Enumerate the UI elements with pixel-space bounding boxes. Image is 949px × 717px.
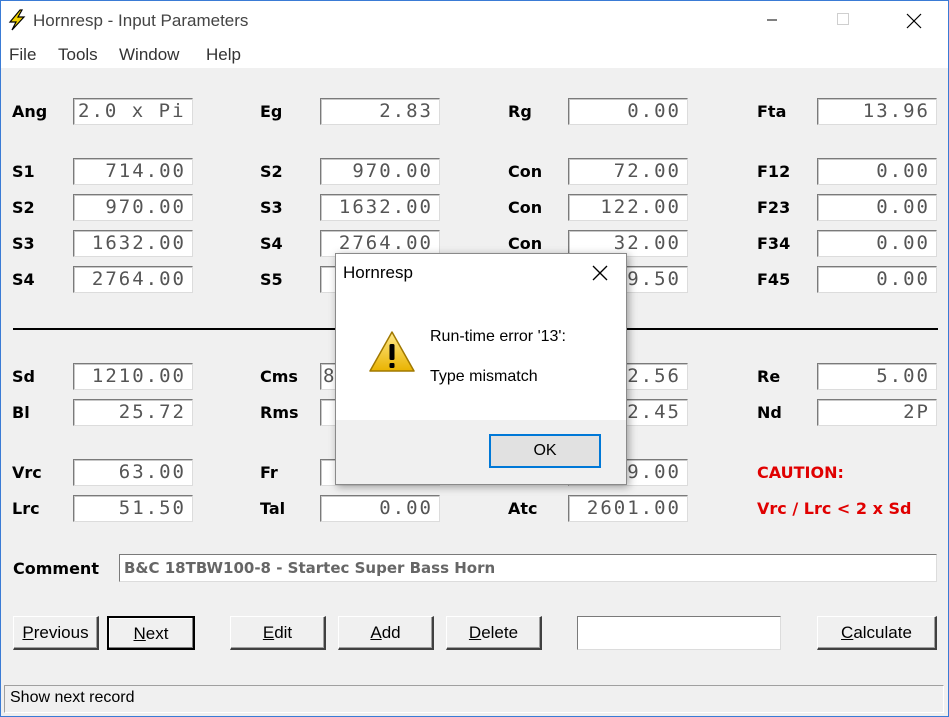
label-rg: Rg	[508, 102, 532, 121]
label-f23: F23	[757, 198, 791, 217]
caution-title: CAUTION:	[757, 463, 844, 482]
label-s1: S1	[12, 162, 35, 181]
field-nd[interactable]: 2P	[817, 399, 937, 426]
label-re: Re	[757, 367, 781, 386]
field-s4[interactable]: 2764.00	[73, 266, 193, 293]
label-fr: Fr	[260, 463, 278, 482]
label-f45: F45	[757, 270, 791, 289]
field-eg[interactable]: 2.83	[320, 98, 440, 125]
field-vrc[interactable]: 63.00	[73, 459, 193, 486]
label-eg: Eg	[260, 102, 283, 121]
label-f12: F12	[757, 162, 791, 181]
label-s4: S4	[12, 270, 35, 289]
field-lrc[interactable]: 51.50	[73, 495, 193, 522]
previous-button[interactable]: Previous	[13, 616, 99, 650]
status-text: Show next record	[10, 689, 135, 706]
label-tal: Tal	[260, 499, 286, 518]
comment-field[interactable]: B&C 18TBW100-8 - Startec Super Bass Horn	[119, 554, 937, 582]
label-s2: S2	[260, 162, 283, 181]
add-button[interactable]: Add	[338, 616, 434, 650]
field-s2[interactable]: 970.00	[73, 194, 193, 221]
field-s3-top[interactable]: 1632.00	[320, 194, 440, 221]
menu-tools[interactable]: Tools	[58, 45, 98, 65]
label-con: Con	[508, 198, 543, 217]
dialog-close-icon[interactable]	[582, 258, 618, 288]
label-s3: S3	[12, 234, 35, 253]
field-re[interactable]: 5.00	[817, 363, 937, 390]
label-rms: Rms	[260, 403, 299, 422]
field-con1[interactable]: 72.00	[568, 158, 688, 185]
close-icon[interactable]	[891, 1, 937, 41]
label-comment: Comment	[13, 559, 99, 578]
field-f23[interactable]: 0.00	[817, 194, 937, 221]
menu-file[interactable]: File	[9, 45, 36, 65]
label-s3: S3	[260, 198, 283, 217]
field-s1[interactable]: 714.00	[73, 158, 193, 185]
error-dialog: Hornresp Run-time error '13': Type misma…	[335, 253, 627, 485]
field-tal[interactable]: 0.00	[320, 495, 440, 522]
ok-button[interactable]: OK	[489, 434, 601, 468]
next-button[interactable]: Next	[107, 616, 195, 650]
record-info-box	[577, 616, 781, 650]
warning-icon	[369, 331, 415, 372]
label-nd: Nd	[757, 403, 782, 422]
label-sd: Sd	[12, 367, 35, 386]
field-rg[interactable]: 0.00	[568, 98, 688, 125]
field-con2[interactable]: 122.00	[568, 194, 688, 221]
field-s2-top[interactable]: 970.00	[320, 158, 440, 185]
dialog-message-line1: Run-time error '13':	[430, 328, 566, 345]
field-ang[interactable]: 2.0 x Pi	[73, 98, 193, 125]
dialog-footer: OK	[336, 420, 626, 484]
edit-button[interactable]: Edit	[230, 616, 326, 650]
field-fta[interactable]: 13.96	[817, 98, 937, 125]
title-bar[interactable]: Hornresp - Input Parameters	[1, 1, 948, 41]
maximize-icon[interactable]	[821, 1, 867, 41]
label-atc: Atc	[508, 499, 538, 518]
field-f12[interactable]: 0.00	[817, 158, 937, 185]
window-title: Hornresp - Input Parameters	[33, 11, 249, 30]
label-con: Con	[508, 234, 543, 253]
menu-help[interactable]: Help	[206, 45, 241, 65]
label-lrc: Lrc	[12, 499, 40, 518]
main-window: Hornresp - Input Parameters File Tools W…	[0, 0, 949, 717]
label-f34: F34	[757, 234, 791, 253]
delete-button[interactable]: Delete	[446, 616, 542, 650]
label-s4: S4	[260, 234, 283, 253]
field-s3[interactable]: 1632.00	[73, 230, 193, 257]
menu-window[interactable]: Window	[119, 45, 179, 65]
minimize-icon[interactable]	[749, 1, 795, 41]
label-vrc: Vrc	[12, 463, 42, 482]
field-f34[interactable]: 0.00	[817, 230, 937, 257]
caution-text: Vrc / Lrc < 2 x Sd	[757, 499, 912, 518]
field-sd[interactable]: 1210.00	[73, 363, 193, 390]
field-f45[interactable]: 0.00	[817, 266, 937, 293]
dialog-title: Hornresp	[343, 263, 413, 282]
label-s5: S5	[260, 270, 283, 289]
calculate-button[interactable]: Calculate	[817, 616, 937, 650]
field-bl[interactable]: 25.72	[73, 399, 193, 426]
status-bar: Show next record	[4, 685, 944, 713]
label-bl: Bl	[12, 403, 30, 422]
lightning-icon	[8, 9, 26, 31]
field-atc[interactable]: 2601.00	[568, 495, 688, 522]
dialog-message-line2: Type mismatch	[430, 368, 538, 385]
label-fta: Fta	[757, 102, 787, 121]
menu-bar: File Tools Window Help	[1, 41, 948, 68]
label-s2: S2	[12, 198, 35, 217]
label-cms: Cms	[260, 367, 298, 386]
label-ang: Ang	[12, 102, 48, 121]
label-con: Con	[508, 162, 543, 181]
